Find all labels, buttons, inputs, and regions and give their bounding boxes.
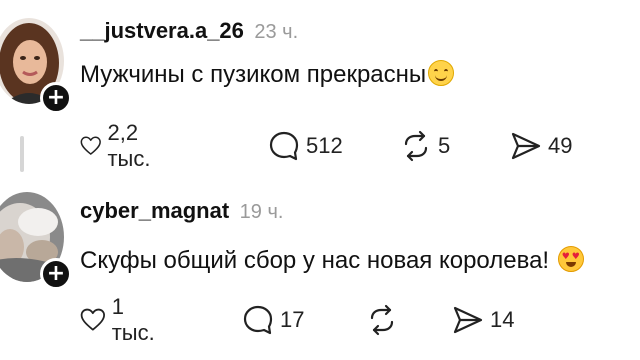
comment-bubble-icon	[269, 131, 299, 161]
share-button[interactable]: 49	[510, 126, 572, 166]
like-count: 2,2 тыс.	[107, 120, 151, 171]
reply-count: 17	[280, 307, 305, 332]
reply-count: 512	[306, 133, 343, 158]
repost-button[interactable]	[366, 300, 398, 340]
comment-bubble-icon	[243, 305, 273, 335]
repost-count: 5	[438, 133, 451, 158]
comment-text-content: Мужчины с пузиком прекрасны	[80, 61, 427, 88]
comment-item: + cyber_magnat 19 ч. Скуфы общий сбор у …	[0, 180, 640, 360]
comment-text-content: Скуфы общий сбор у нас новая королева!	[80, 247, 550, 274]
timestamp: 19 ч.	[239, 201, 284, 223]
comment-text: Скуфы общий сбор у нас новая королева! ♥…	[80, 246, 584, 275]
follow-plus-icon[interactable]: +	[40, 82, 72, 114]
heart-eyes-face-icon: ♥ ♥	[557, 246, 584, 272]
send-icon	[511, 132, 541, 160]
repost-button[interactable]: 5	[400, 126, 450, 166]
repost-icon	[370, 304, 394, 336]
reply-button[interactable]: 512	[268, 126, 343, 166]
send-icon	[453, 306, 483, 334]
repost-icon	[404, 130, 428, 162]
comment-header: cyber_magnat 19 ч.	[80, 198, 283, 224]
username[interactable]: cyber_magnat	[80, 198, 229, 223]
follow-plus-icon[interactable]: +	[40, 258, 72, 290]
share-count: 49	[548, 133, 573, 158]
username[interactable]: __justvera.a_26	[80, 18, 244, 43]
share-count: 14	[490, 307, 515, 332]
heart-icon	[80, 308, 105, 331]
comment-text: Мужчины с пузиком прекрасны	[80, 60, 455, 89]
smiling-face-icon	[428, 60, 455, 86]
reply-button[interactable]: 17	[242, 300, 304, 340]
share-button[interactable]: 14	[452, 300, 514, 340]
comment-header: __justvera.a_26 23 ч.	[80, 18, 298, 44]
comment-item: + __justvera.a_26 23 ч. Мужчины с пузико…	[0, 0, 640, 180]
thread-line	[20, 136, 24, 172]
like-count: 1 тыс.	[111, 294, 155, 345]
heart-icon	[80, 136, 101, 155]
like-button[interactable]: 2,2 тыс.	[80, 120, 161, 171]
timestamp: 23 ч.	[254, 21, 299, 43]
like-button[interactable]: 1 тыс.	[80, 294, 161, 345]
